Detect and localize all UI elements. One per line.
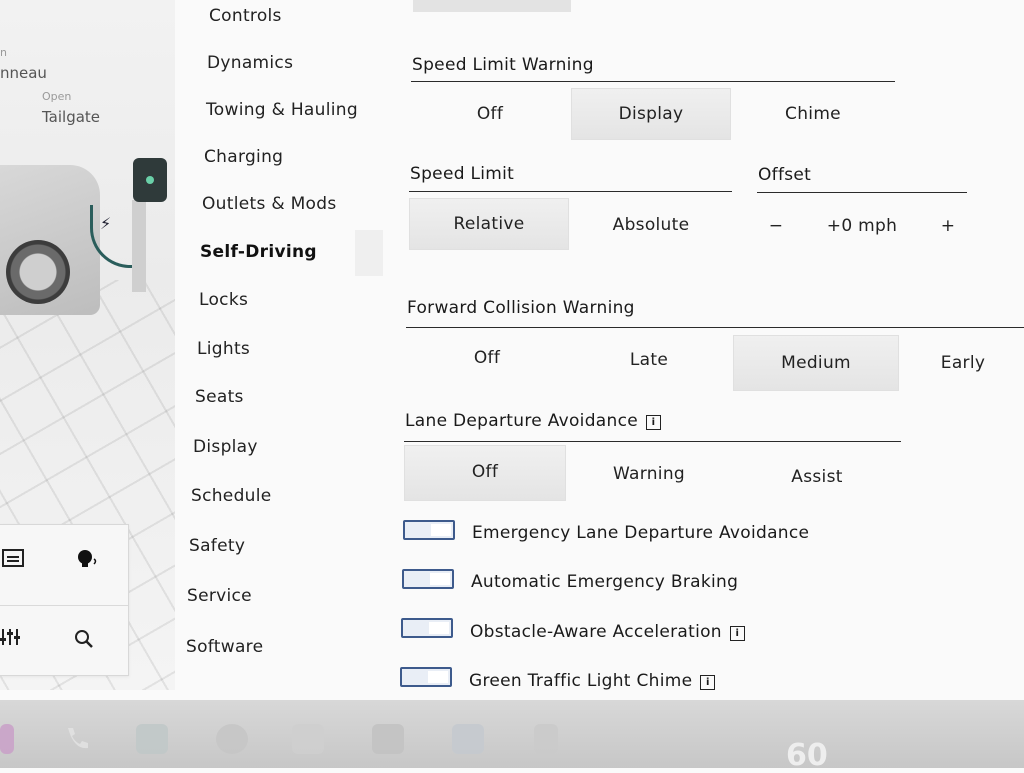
offset-increment-button[interactable]: + bbox=[932, 200, 964, 252]
lane-departure-avoidance-divider bbox=[404, 441, 901, 442]
climate-icon[interactable] bbox=[534, 724, 558, 754]
lda-off[interactable]: Off bbox=[404, 445, 566, 501]
speed-limit-warning-title: Speed Limit Warning bbox=[412, 55, 594, 75]
obstacle-aware-acceleration-label: Obstacle-Aware Acceleration bbox=[470, 622, 722, 642]
speed-limit-title: Speed Limit bbox=[410, 164, 515, 184]
notes-icon[interactable] bbox=[452, 724, 484, 754]
previous-option-stub bbox=[413, 0, 571, 12]
taskbar bbox=[0, 700, 1024, 768]
toggle-knob bbox=[428, 671, 448, 683]
app-icon-edge[interactable] bbox=[0, 724, 14, 754]
lda-warning[interactable]: Warning bbox=[569, 448, 729, 500]
offset-decrement-button[interactable]: − bbox=[760, 200, 792, 252]
green-traffic-light-chime-label: Green Traffic Light Chime bbox=[469, 671, 693, 691]
obstacle-aware-info-icon[interactable]: i bbox=[729, 626, 745, 641]
obstacle-aware-acceleration-row: Obstacle-Aware Acceleration i bbox=[470, 622, 745, 642]
speed-limit-warning-display[interactable]: Display bbox=[571, 88, 731, 140]
fcw-late[interactable]: Late bbox=[569, 334, 729, 386]
calendar-icon[interactable] bbox=[372, 724, 404, 754]
fcw-early[interactable]: Early bbox=[903, 337, 1023, 389]
forward-collision-warning-title: Forward Collision Warning bbox=[407, 298, 635, 318]
toybox-icon[interactable] bbox=[292, 724, 324, 754]
speed-limit-divider bbox=[409, 191, 732, 192]
speed-limit-absolute[interactable]: Absolute bbox=[571, 199, 731, 251]
messages-icon[interactable] bbox=[136, 724, 168, 754]
green-light-info-icon[interactable]: i bbox=[700, 675, 716, 690]
toggle-knob bbox=[431, 524, 451, 536]
speed-limit-warning-chime[interactable]: Chime bbox=[733, 88, 893, 140]
speed-limit-warning-off[interactable]: Off bbox=[410, 88, 570, 140]
fcw-off[interactable]: Off bbox=[407, 332, 567, 384]
fcw-medium[interactable]: Medium bbox=[733, 335, 899, 391]
green-traffic-light-chime-row: Green Traffic Light Chime i bbox=[469, 671, 716, 691]
speed-limit-warning-divider bbox=[411, 81, 895, 82]
offset-title: Offset bbox=[758, 165, 812, 185]
camera-icon[interactable] bbox=[216, 724, 248, 754]
emergency-lane-departure-label: Emergency Lane Departure Avoidance bbox=[472, 523, 810, 543]
obstacle-aware-acceleration-toggle[interactable] bbox=[401, 618, 453, 638]
lane-departure-avoidance-label: Lane Departure Avoidance bbox=[405, 411, 638, 431]
lda-assist[interactable]: Assist bbox=[737, 451, 897, 503]
self-driving-settings: Speed Limit Warning Off Display Chime Sp… bbox=[0, 0, 1024, 700]
speed-limit-relative[interactable]: Relative bbox=[409, 198, 569, 250]
lane-departure-info-icon[interactable]: i bbox=[646, 415, 661, 430]
lane-departure-avoidance-title: Lane Departure Avoidance i bbox=[405, 411, 661, 431]
automatic-emergency-braking-label: Automatic Emergency Braking bbox=[471, 572, 739, 592]
toggle-knob bbox=[429, 622, 449, 634]
toggle-knob bbox=[430, 573, 450, 585]
emergency-lane-departure-toggle[interactable] bbox=[403, 520, 455, 540]
automatic-emergency-braking-toggle[interactable] bbox=[402, 569, 454, 589]
offset-value: +0 mph bbox=[826, 216, 898, 236]
phone-icon[interactable] bbox=[60, 724, 92, 754]
offset-divider bbox=[757, 192, 967, 193]
green-traffic-light-chime-toggle[interactable] bbox=[400, 667, 452, 687]
forward-collision-warning-divider bbox=[406, 327, 1024, 328]
